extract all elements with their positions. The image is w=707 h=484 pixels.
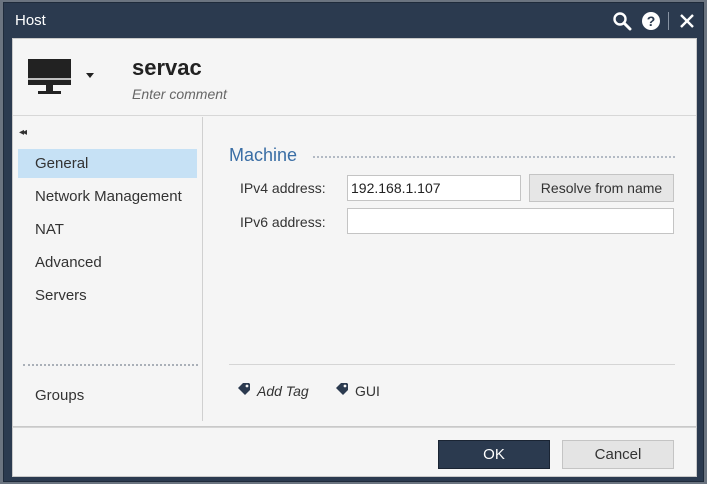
sidebar-item-groups[interactable]: Groups: [18, 381, 197, 410]
sidebar-divider: [23, 364, 198, 366]
comment-field[interactable]: Enter comment: [132, 86, 227, 102]
cancel-button[interactable]: Cancel: [562, 440, 674, 469]
ipv6-label: IPv6 address:: [240, 214, 326, 230]
ok-button[interactable]: OK: [438, 440, 550, 469]
tag-gui[interactable]: GUI: [335, 382, 380, 399]
sidebar: ◂◂ General Network Management NAT Advanc…: [13, 117, 203, 421]
close-icon[interactable]: [675, 9, 699, 33]
tag-icon: [335, 382, 349, 399]
add-tag-link[interactable]: Add Tag: [237, 382, 309, 399]
sidebar-item-nat[interactable]: NAT: [18, 215, 197, 244]
ipv4-label: IPv4 address:: [240, 180, 326, 196]
tag-gui-label: GUI: [355, 382, 380, 399]
section-divider: [313, 156, 675, 158]
add-tag-label: Add Tag: [257, 382, 309, 399]
search-icon[interactable]: [610, 9, 634, 33]
titlebar-divider: [668, 12, 669, 30]
sidebar-item-servers[interactable]: Servers: [18, 281, 197, 310]
tags-divider: [229, 364, 675, 365]
help-icon[interactable]: ?: [639, 9, 663, 33]
ipv4-input[interactable]: [347, 175, 521, 201]
host-name[interactable]: servac: [132, 55, 202, 81]
title-bar: Host ?: [4, 3, 703, 38]
monitor-icon[interactable]: [27, 59, 83, 99]
resolve-from-name-button[interactable]: Resolve from name: [529, 174, 674, 202]
dialog-footer: OK Cancel: [12, 427, 697, 477]
sidebar-item-general[interactable]: General: [18, 149, 197, 178]
section-title: Machine: [229, 145, 298, 165]
sidebar-item-advanced[interactable]: Advanced: [18, 248, 197, 277]
svg-text:?: ?: [647, 13, 656, 29]
host-dialog: Host ? servac Enter comment ◂◂ General N…: [3, 2, 704, 482]
tag-icon: [237, 382, 251, 399]
host-header: servac Enter comment: [13, 39, 696, 116]
host-type-dropdown[interactable]: [86, 73, 94, 78]
ipv6-input[interactable]: [347, 208, 674, 234]
dialog-body: servac Enter comment ◂◂ General Network …: [12, 38, 697, 427]
window-title: Host: [15, 12, 46, 29]
collapse-sidebar-icon[interactable]: ◂◂: [19, 127, 27, 138]
sidebar-item-network-management[interactable]: Network Management: [18, 182, 197, 211]
general-panel: Machine IPv4 address: Resolve from name …: [229, 117, 675, 421]
